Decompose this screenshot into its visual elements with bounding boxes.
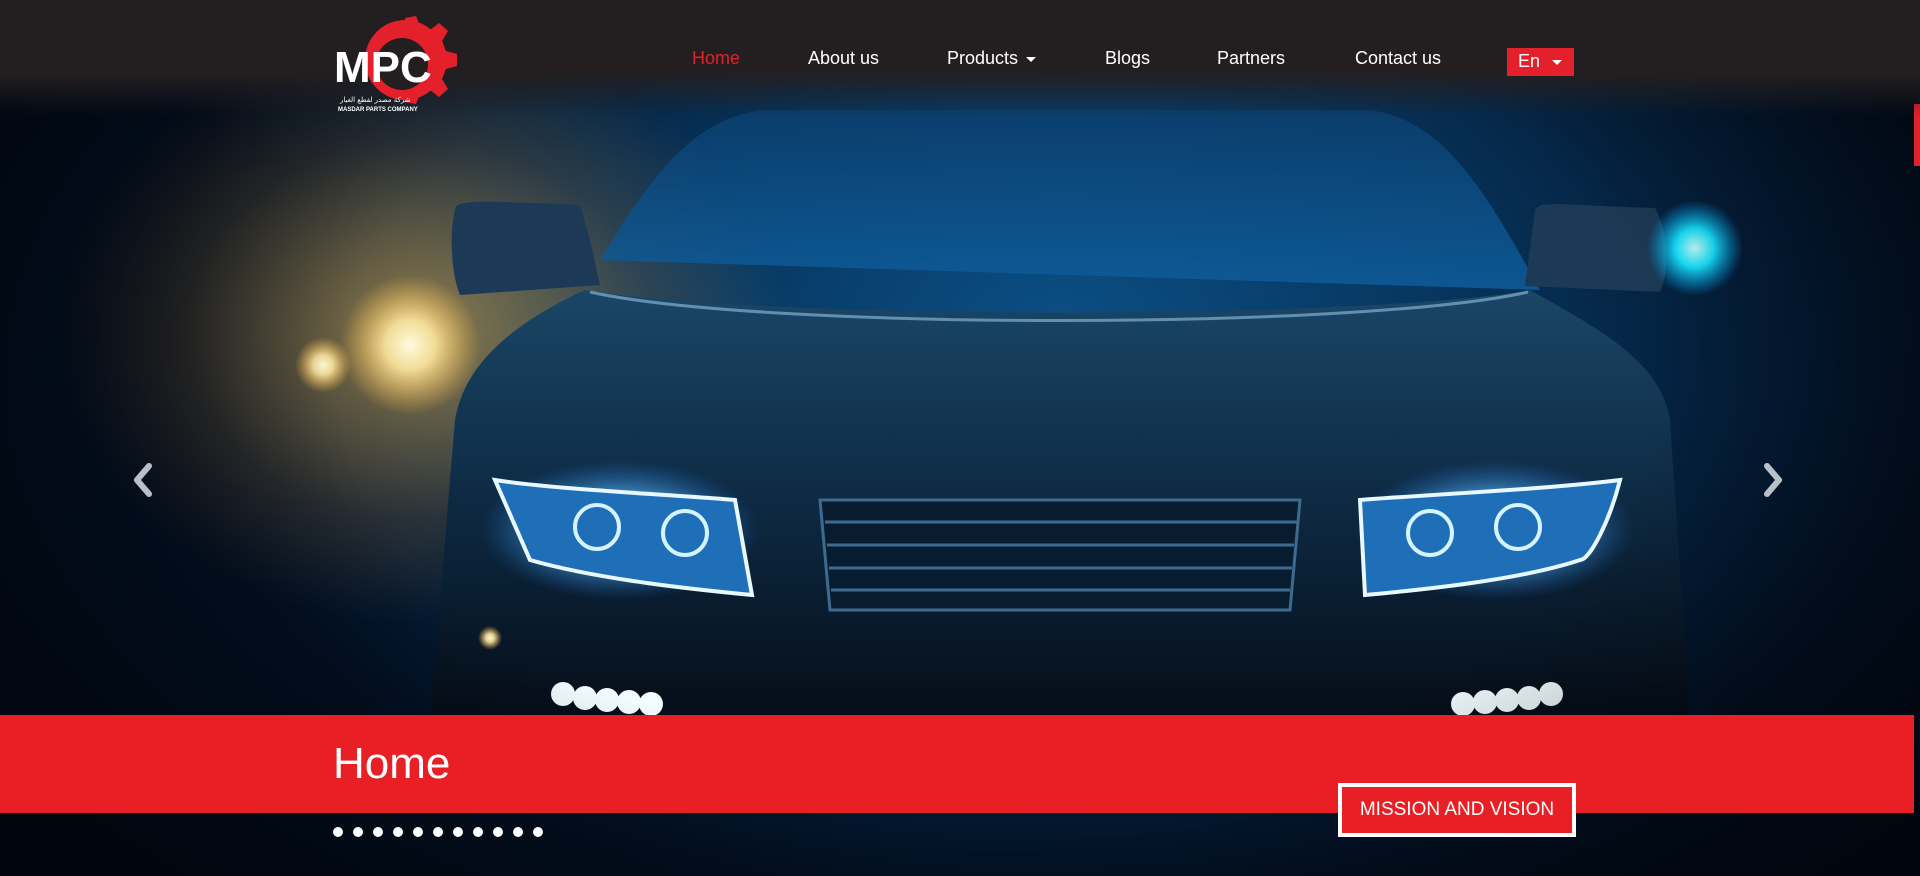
slider-dot[interactable] [533,827,543,837]
chevron-down-icon [1026,56,1037,62]
slider-next-button[interactable] [1755,460,1789,500]
nav-contact-us-label: Contact us [1355,48,1442,68]
nav-partners-label: Partners [1217,48,1286,68]
nav-blogs-label: Blogs [1105,48,1151,68]
brand-logo[interactable]: MPC شركة مصدر لقطع الغيار MASDAR PARTS C… [330,12,480,116]
nav-home[interactable]: Home [692,48,740,69]
slider-dot[interactable] [333,827,343,837]
nav-about-us[interactable]: About us [808,48,879,69]
language-label: En [1518,51,1541,71]
slider-dot[interactable] [433,827,443,837]
nav-partners[interactable]: Partners [1217,48,1285,69]
page-title-band [0,715,1914,813]
language-selector[interactable]: En [1507,48,1574,76]
logo-text: MPC [334,43,432,92]
slider-dot[interactable] [513,827,523,837]
slider-dot[interactable] [393,827,403,837]
chevron-down-icon [1552,60,1562,65]
nav-contact-us[interactable]: Contact us [1355,48,1441,69]
slider-dot[interactable] [373,827,383,837]
nav-blogs[interactable]: Blogs [1105,48,1150,69]
slider-prev-button[interactable] [127,460,161,500]
page-title: Home [333,739,451,788]
logo-arabic-text: شركة مصدر لقطع الغيار [339,96,411,104]
nav-home-label: Home [692,48,741,68]
slider-dot[interactable] [473,827,483,837]
nav-products-label: Products [947,48,1019,68]
nav-products[interactable]: Products [947,48,1037,69]
logo-subtitle: MASDAR PARTS COMPANY [338,107,418,113]
slider-dot[interactable] [353,827,363,837]
mission-and-vision-button[interactable]: MISSION AND VISION [1338,783,1576,837]
slider-dot[interactable] [453,827,463,837]
chevron-left-icon [134,463,152,497]
chevron-right-icon [1764,463,1782,497]
nav-about-us-label: About us [808,48,880,68]
site-header: MPC شركة مصدر لقطع الغيار MASDAR PARTS C… [0,0,1920,116]
logo-gear-icon: MPC شركة مصدر لقطع الغيار MASDAR PARTS C… [334,16,457,113]
slider-dot[interactable] [413,827,423,837]
slider-dot[interactable] [493,827,503,837]
mission-and-vision-label: MISSION AND VISION [1342,787,1572,833]
